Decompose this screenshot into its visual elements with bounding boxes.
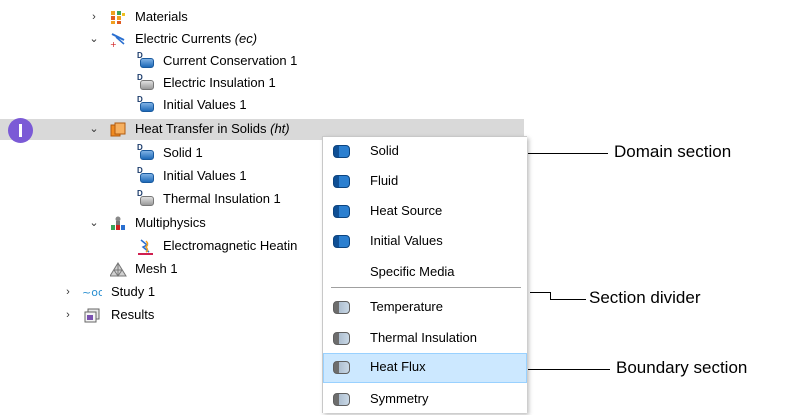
- mesh-icon: [109, 262, 127, 277]
- menu-item-symmetry[interactable]: Symmetry: [323, 385, 527, 415]
- boundary-feature-icon: [333, 393, 350, 406]
- tree-node-materials[interactable]: › Materials: [0, 7, 524, 28]
- domain-feature-icon: [333, 205, 350, 218]
- tree-node-label: Initial Values 1: [163, 168, 247, 183]
- svg-text:~oo: ~oo: [82, 286, 102, 299]
- domain-feature-icon: [333, 175, 350, 188]
- menu-item-temperature[interactable]: Temperature: [323, 293, 527, 323]
- multiphysics-icon: [110, 216, 127, 231]
- boundary-callout-line: [528, 369, 610, 370]
- menu-item-label: Thermal Insulation: [370, 330, 477, 345]
- electric-currents-icon: +: [110, 32, 127, 49]
- results-icon: [84, 308, 101, 323]
- domain-node-icon: D: [137, 144, 154, 161]
- tree-node-label: Heat Transfer in Solids (ht): [135, 121, 290, 136]
- divider-callout-line: [550, 299, 586, 300]
- domain-node-icon: D: [137, 96, 154, 113]
- heat-transfer-icon: [110, 122, 127, 137]
- menu-item-label: Initial Values: [370, 233, 443, 248]
- menu-section-divider: [331, 287, 521, 288]
- tree-node-label: Results: [111, 307, 155, 322]
- domain-node-icon: D: [137, 52, 154, 69]
- tree-node-label: Initial Values 1: [163, 97, 247, 112]
- chevron-right-icon[interactable]: ›: [88, 11, 100, 23]
- domain-section-callout: Domain section: [614, 142, 732, 161]
- boundary-feature-icon: [333, 332, 350, 345]
- chevron-down-icon[interactable]: ⌄: [88, 217, 100, 229]
- menu-item-label: Heat Source: [370, 203, 443, 218]
- svg-text:+: +: [110, 40, 117, 47]
- domain-node-icon: D: [137, 167, 154, 184]
- boundary-feature-icon: [333, 301, 350, 314]
- tree-node-electric-currents[interactable]: ⌄ + Electric Currents (ec): [0, 29, 524, 50]
- tree-node-electric-insulation[interactable]: D Electric Insulation 1: [0, 73, 524, 94]
- domain-feature-icon: [333, 145, 350, 158]
- menu-item-label: Specific Media: [370, 264, 455, 279]
- menu-item-heat-flux[interactable]: Heat Flux: [323, 353, 527, 383]
- tree-node-label: Materials: [135, 9, 188, 24]
- tree-node-initial-values-ec[interactable]: D Initial Values 1: [0, 95, 524, 116]
- tree-node-label: Study 1: [111, 284, 156, 299]
- step-marker-badge: [8, 118, 33, 143]
- materials-icon: [110, 10, 127, 25]
- electromagnetic-heating-icon: [137, 239, 154, 255]
- context-menu: Solid Fluid Heat Source Initial Values S…: [322, 136, 527, 413]
- boundary-node-icon: D: [137, 190, 154, 207]
- tree-node-label: Multiphysics: [135, 215, 206, 230]
- menu-item-solid[interactable]: Solid: [323, 137, 527, 167]
- menu-item-initial-values[interactable]: Initial Values: [323, 227, 527, 257]
- menu-item-label: Symmetry: [370, 391, 429, 406]
- tree-node-label: Electromagnetic Heatin: [163, 238, 298, 253]
- domain-callout-line: [528, 153, 608, 154]
- domain-feature-icon: [333, 235, 350, 248]
- tree-node-label: Solid 1: [163, 145, 203, 160]
- tree-node-label: Mesh 1: [135, 261, 178, 276]
- tree-node-label: Current Conservation 1: [163, 53, 298, 68]
- chevron-right-icon[interactable]: ›: [62, 286, 74, 298]
- menu-item-label: Heat Flux: [370, 359, 426, 374]
- menu-item-fluid[interactable]: Fluid: [323, 167, 527, 197]
- menu-item-specific-media[interactable]: Specific Media: [323, 258, 527, 288]
- menu-item-thermal-insulation[interactable]: Thermal Insulation: [323, 324, 527, 354]
- chevron-right-icon[interactable]: ›: [62, 309, 74, 321]
- menu-item-label: Fluid: [370, 173, 399, 188]
- menu-item-label: Solid: [370, 143, 399, 158]
- study-icon: ~oo: [82, 285, 105, 300]
- boundary-node-icon: D: [137, 74, 154, 91]
- menu-item-label: Temperature: [370, 299, 443, 314]
- menu-item-heat-source[interactable]: Heat Source: [323, 197, 527, 227]
- chevron-down-icon[interactable]: ⌄: [88, 33, 100, 45]
- chevron-down-icon[interactable]: ⌄: [88, 123, 100, 135]
- tree-node-label: Electric Insulation 1: [163, 75, 276, 90]
- tree-node-current-conservation[interactable]: D Current Conservation 1: [0, 51, 524, 72]
- tree-node-label: Thermal Insulation 1: [163, 191, 281, 206]
- boundary-feature-icon: [333, 361, 350, 374]
- boundary-section-callout: Boundary section: [616, 358, 748, 377]
- tree-node-label: Electric Currents (ec): [135, 31, 258, 46]
- section-divider-callout: Section divider: [589, 288, 701, 307]
- divider-callout-line-top: [530, 292, 550, 293]
